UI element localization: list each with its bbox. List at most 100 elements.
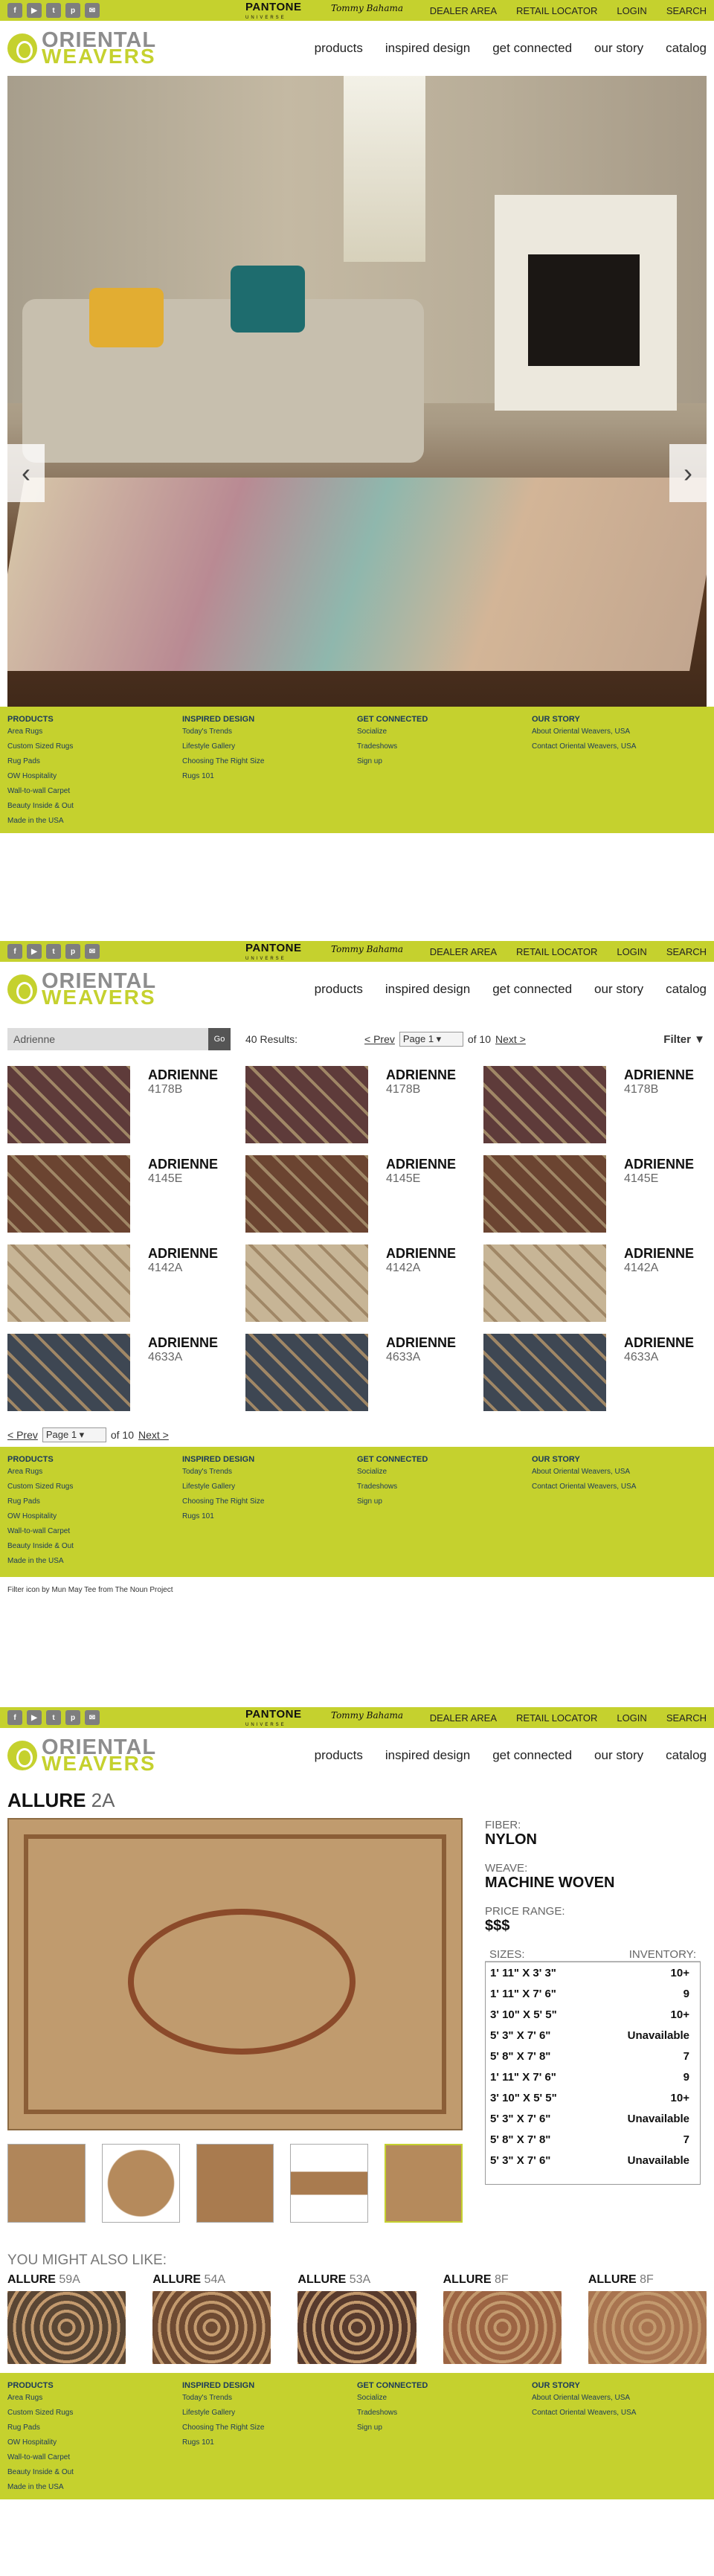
footer-link[interactable]: Lifestyle Gallery <box>182 2406 357 2421</box>
related-product-image[interactable] <box>443 2291 562 2364</box>
product-name[interactable]: ADRIENNE <box>386 1246 456 1262</box>
footer-link[interactable]: OW Hospitality <box>7 2435 182 2450</box>
footer-link[interactable]: Choosing The Right Size <box>182 2421 357 2435</box>
related-product-name[interactable]: ALLURE 59A <box>7 2273 80 2286</box>
filter-button[interactable]: Filter ▼ <box>663 1033 705 1046</box>
product-card[interactable]: ADRIENNE 4145E <box>245 1155 483 1244</box>
footer-link[interactable]: Socialize <box>357 1465 532 1480</box>
product-name[interactable]: ADRIENNE <box>386 1335 456 1351</box>
product-thumbnail[interactable] <box>7 1155 130 1233</box>
tommy-bahama-logo[interactable]: Tommy Bahama <box>331 1710 403 1721</box>
tommy-bahama-logo[interactable]: Tommy Bahama <box>331 3 403 13</box>
related-product-name[interactable]: ALLURE 54A <box>152 2273 225 2286</box>
product-name[interactable]: ADRIENNE <box>624 1157 694 1172</box>
pantone-logo[interactable]: PANTONE UNIVERSE <box>245 1 301 23</box>
product-thumbnail[interactable] <box>7 1066 130 1143</box>
product-thumbnail[interactable] <box>483 1155 606 1233</box>
footer-link[interactable]: Rug Pads <box>7 754 182 769</box>
pinterest-icon[interactable]: p <box>65 944 80 959</box>
product-thumbnail[interactable] <box>483 1066 606 1143</box>
email-icon[interactable]: ✉ <box>85 3 100 18</box>
size-row[interactable]: 5' 3" X 7' 6" Unavailable <box>486 2150 700 2171</box>
next-page-link[interactable]: Next > <box>138 1429 169 1441</box>
thumbnail-round[interactable] <box>101 2144 180 2223</box>
product-thumbnail[interactable] <box>245 1155 368 1233</box>
nav-our-story[interactable]: our story <box>594 982 643 997</box>
nav-inspired-design[interactable]: inspired design <box>385 1748 470 1763</box>
site-logo[interactable]: ORIENTAL WEAVERS <box>7 971 156 1008</box>
page-select[interactable]: Page 1 ▾ <box>42 1427 106 1442</box>
footer-link[interactable]: Made in the USA <box>7 1554 182 1569</box>
footer-link[interactable]: Rug Pads <box>7 2421 182 2435</box>
product-thumbnail[interactable] <box>483 1244 606 1322</box>
product-thumbnail[interactable] <box>483 1334 606 1411</box>
product-thumbnail[interactable] <box>245 1244 368 1322</box>
product-card[interactable]: ADRIENNE 4633A <box>245 1334 483 1423</box>
thumbnail-square[interactable] <box>196 2144 274 2223</box>
footer-link[interactable]: About Oriental Weavers, USA <box>532 2391 707 2406</box>
footer-link[interactable]: About Oriental Weavers, USA <box>532 725 707 739</box>
product-name[interactable]: ADRIENNE <box>624 1067 694 1083</box>
nav-our-story[interactable]: our story <box>594 41 643 56</box>
search-link[interactable]: SEARCH <box>666 946 707 957</box>
product-card[interactable]: ADRIENNE 4142A <box>483 1244 714 1334</box>
product-card[interactable]: ADRIENNE 4142A <box>245 1244 483 1334</box>
nav-get-connected[interactable]: get connected <box>492 1748 572 1763</box>
product-name[interactable]: ADRIENNE <box>148 1335 218 1351</box>
product-card[interactable]: ADRIENNE 4178B <box>245 1066 483 1155</box>
nav-products[interactable]: products <box>315 41 363 56</box>
product-thumbnail[interactable] <box>7 1244 130 1322</box>
size-row[interactable]: 1' 11" X 7' 6" 9 <box>486 1983 700 2004</box>
pantone-logo[interactable]: PANTONE UNIVERSE <box>245 942 301 964</box>
footer-link[interactable]: Choosing The Right Size <box>182 754 357 769</box>
size-row[interactable]: 5' 8" X 7' 8" 7 <box>486 2046 700 2066</box>
footer-link[interactable]: Area Rugs <box>7 725 182 739</box>
footer-link[interactable]: Sign up <box>357 1494 532 1509</box>
product-card[interactable]: ADRIENNE 4178B <box>7 1066 245 1155</box>
footer-link[interactable]: Lifestyle Gallery <box>182 1480 357 1494</box>
size-row[interactable]: 3' 10" X 5' 5" 10+ <box>486 2004 700 2025</box>
product-card[interactable]: ADRIENNE 4633A <box>483 1334 714 1423</box>
footer-link[interactable]: Tradeshows <box>357 739 532 754</box>
dealer-area-link[interactable]: DEALER AREA <box>430 5 497 16</box>
product-card[interactable]: ADRIENNE 4178B <box>483 1066 714 1155</box>
footer-link[interactable]: Beauty Inside & Out <box>7 799 182 814</box>
twitter-icon[interactable]: t <box>46 3 61 18</box>
site-logo[interactable]: ORIENTAL WEAVERS <box>7 30 156 67</box>
size-row[interactable]: 5' 3" X 7' 6" Unavailable <box>486 2025 700 2046</box>
size-row[interactable]: 5' 3" X 7' 6" Unavailable <box>486 2108 700 2129</box>
size-row[interactable]: 5' 8" X 7' 8" 7 <box>486 2129 700 2150</box>
product-name[interactable]: ADRIENNE <box>624 1335 694 1351</box>
pinterest-icon[interactable]: p <box>65 1710 80 1725</box>
next-page-link[interactable]: Next > <box>495 1033 526 1045</box>
next-slide-button[interactable]: › <box>669 444 707 502</box>
twitter-icon[interactable]: t <box>46 1710 61 1725</box>
nav-products[interactable]: products <box>315 1748 363 1763</box>
footer-link[interactable]: Sign up <box>357 754 532 769</box>
related-product[interactable]: ALLURE 54A <box>152 2273 271 2364</box>
footer-link[interactable]: Made in the USA <box>7 2480 182 2495</box>
footer-link[interactable]: Contact Oriental Weavers, USA <box>532 1480 707 1494</box>
search-link[interactable]: SEARCH <box>666 5 707 16</box>
sizes-list[interactable]: 1' 11" X 3' 3" 10+ 1' 11" X 7' 6" 9 3' 10" X… <box>485 1962 701 2185</box>
email-icon[interactable]: ✉ <box>85 944 100 959</box>
page-select[interactable]: Page 1 ▾ <box>399 1032 463 1047</box>
related-product[interactable]: ALLURE 59A <box>7 2273 126 2364</box>
related-product-image[interactable] <box>152 2291 271 2364</box>
nav-catalog[interactable]: catalog <box>666 41 707 56</box>
product-card[interactable]: ADRIENNE 4145E <box>483 1155 714 1244</box>
footer-link[interactable]: Rugs 101 <box>182 1509 357 1524</box>
footer-link[interactable]: Made in the USA <box>7 814 182 829</box>
product-name[interactable]: ADRIENNE <box>148 1067 218 1083</box>
footer-link[interactable]: Choosing The Right Size <box>182 1494 357 1509</box>
site-logo[interactable]: ORIENTAL WEAVERS <box>7 1737 156 1774</box>
footer-link[interactable]: Beauty Inside & Out <box>7 2465 182 2480</box>
pinterest-icon[interactable]: p <box>65 3 80 18</box>
product-card[interactable]: ADRIENNE 4633A <box>7 1334 245 1423</box>
footer-link[interactable]: Tradeshows <box>357 2406 532 2421</box>
footer-link[interactable]: Area Rugs <box>7 2391 182 2406</box>
retail-locator-link[interactable]: RETAIL LOCATOR <box>516 1712 597 1724</box>
related-product-image[interactable] <box>588 2291 707 2364</box>
footer-link[interactable]: Sign up <box>357 2421 532 2435</box>
size-row[interactable]: 3' 10" X 5' 5" 10+ <box>486 2087 700 2108</box>
